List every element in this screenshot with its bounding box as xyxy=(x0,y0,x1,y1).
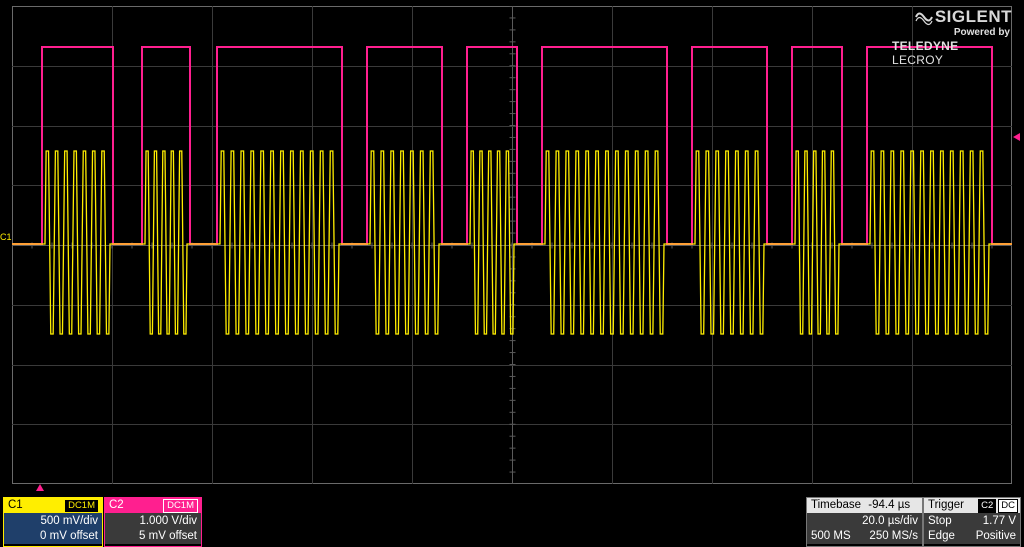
powered-by-text: Powered by xyxy=(953,27,1010,38)
ch2-label: C2 xyxy=(109,499,124,511)
timebase-scale: 20.0 µs/div xyxy=(862,515,918,527)
partner-logo-text: TELEDYNE LECROY xyxy=(892,39,1012,67)
timebase-panel[interactable]: Timebase -94.4 µs 20.0 µs/div 500 MS 250… xyxy=(806,497,923,547)
ch1-scale: 500 mV/div xyxy=(40,515,98,527)
partner-sub: LECROY xyxy=(892,53,944,67)
ch1-offset: 0 mV offset xyxy=(40,530,98,542)
trigger-title: Trigger xyxy=(928,499,964,511)
trigger-level: 1.77 V xyxy=(982,515,1016,527)
ch1-coupling-badge: DC1M xyxy=(64,499,99,513)
ch2-scale: 1.000 V/div xyxy=(139,515,197,527)
trigger-coupling-badge: DC xyxy=(998,499,1018,513)
timebase-memory: 500 MS xyxy=(811,530,851,542)
waveform-display[interactable] xyxy=(12,6,1012,484)
timebase-title: Timebase xyxy=(811,499,862,511)
channel-1-panel[interactable]: C1 DC1M 500 mV/div 0 mV offset xyxy=(3,497,103,547)
trigger-source-badge: C2 xyxy=(978,499,997,513)
ch1-label: C1 xyxy=(8,499,23,511)
trigger-type: Edge xyxy=(928,530,955,542)
partner-main: TELEDYNE xyxy=(892,39,959,53)
trigger-panel[interactable]: Trigger C2 DC Stop 1.77 V Edge Positive xyxy=(923,497,1021,547)
timebase-sample-rate: 250 MS/s xyxy=(869,530,918,542)
timebase-delay: -94.4 µs xyxy=(868,499,911,511)
ch2-coupling-badge: DC1M xyxy=(163,499,198,513)
channel-2-panel[interactable]: C2 DC1M 1.000 V/div 5 mV offset xyxy=(104,497,202,547)
trigger-mode: Stop xyxy=(928,515,952,527)
ch1-offset-marker[interactable]: C1 xyxy=(0,232,12,242)
siglent-logo-icon xyxy=(914,12,933,26)
trigger-level-marker[interactable] xyxy=(1013,133,1020,141)
brand-name: SIGLENT xyxy=(934,7,1012,26)
waveform-canvas xyxy=(12,6,1012,484)
brand-logo: SIGLENT Powered by TELEDYNE LECROY xyxy=(892,6,1012,67)
trigger-slope: Positive xyxy=(975,530,1016,542)
ch2-offset: 5 mV offset xyxy=(139,530,197,542)
trigger-position-marker[interactable] xyxy=(36,484,44,491)
